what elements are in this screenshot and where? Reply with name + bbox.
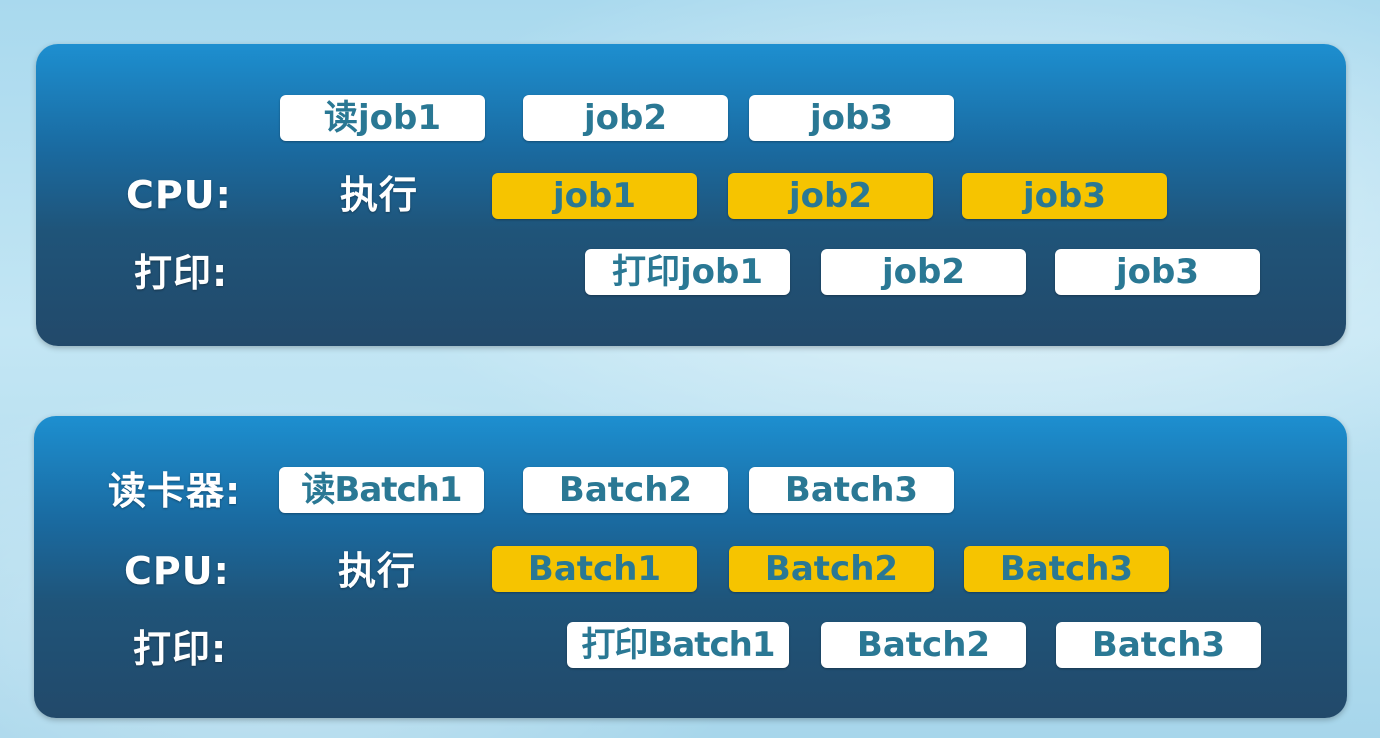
read-batch2-box: Batch2: [523, 467, 728, 513]
read-batch1-box: 读Batch1: [279, 467, 484, 513]
print-batch2-box: Batch2: [821, 622, 1026, 668]
cpu-label: CPU:: [126, 173, 232, 217]
read-job3-box: job3: [749, 95, 954, 141]
exec-label: 执行: [340, 173, 419, 217]
read-job1-box: 读job1: [280, 95, 485, 141]
exec-label: 执行: [338, 549, 417, 593]
read-batch3-box: Batch3: [749, 467, 954, 513]
cpu-batch1-box: Batch1: [492, 546, 697, 592]
print-label: 打印:: [133, 627, 228, 671]
read-job2-box: job2: [523, 95, 728, 141]
card-reader-label: 读卡器:: [108, 469, 242, 513]
cpu-job3-box: job3: [962, 173, 1167, 219]
cpu-job2-box: job2: [728, 173, 933, 219]
print-label: 打印:: [134, 251, 229, 295]
cpu-batch2-box: Batch2: [729, 546, 934, 592]
cpu-job1-box: job1: [492, 173, 697, 219]
print-job3-box: job3: [1055, 249, 1260, 295]
print-batch1-box: 打印Batch1: [567, 622, 789, 668]
print-batch3-box: Batch3: [1056, 622, 1261, 668]
print-job2-box: job2: [821, 249, 1026, 295]
print-job1-box: 打印job1: [585, 249, 790, 295]
cpu-batch3-box: Batch3: [964, 546, 1169, 592]
cpu-label: CPU:: [124, 549, 230, 593]
